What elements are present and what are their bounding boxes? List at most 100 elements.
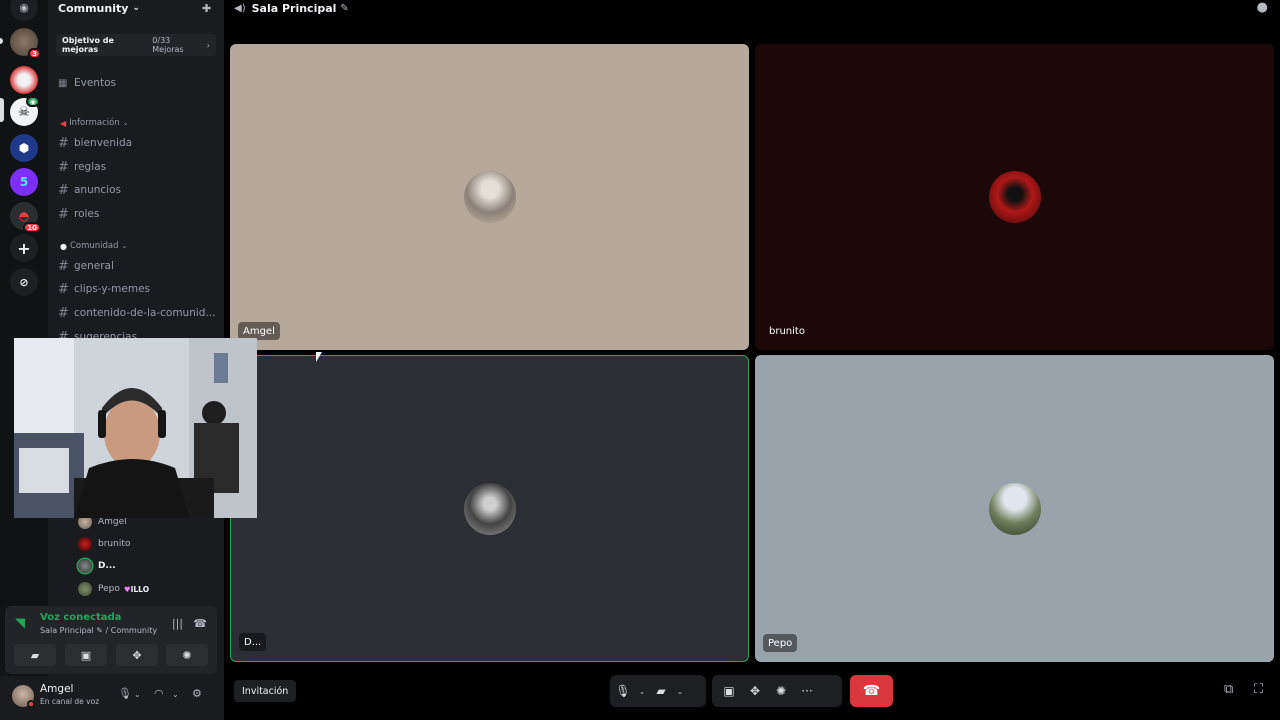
channel-label: general (74, 260, 114, 272)
channel-contenido[interactable]: # contenido-de-la-comunid... (58, 304, 215, 322)
pop-out-icon[interactable]: ⧉ (1224, 682, 1233, 697)
unread-badge: 10 (23, 222, 41, 233)
voice-status[interactable]: Voz conectada (40, 612, 121, 623)
discord-home-icon[interactable]: ◉ (10, 0, 38, 21)
media-controls: 🎙︎ ⌄ ▰ ⌄ (610, 675, 706, 707)
channel-bienvenida[interactable]: # bienvenida (58, 134, 132, 152)
channel-anuncios[interactable]: # anuncios (58, 181, 121, 199)
voice-stage: ◀) Sala Principal ✎ ● Amgel brunito D...… (224, 0, 1280, 720)
more-options-icon[interactable]: ··· (794, 684, 820, 698)
channel-events[interactable]: ▦ Eventos (58, 74, 116, 92)
camera-off-button[interactable]: ▰ (14, 644, 56, 666)
hash-icon: # (58, 159, 69, 175)
participant-name: Pepo (763, 634, 798, 652)
channel-label: contenido-de-la-comunid... (74, 307, 216, 319)
server-icon-2[interactable] (10, 66, 38, 94)
speech-bubble-icon: ● (60, 241, 67, 251)
voice-member[interactable]: brunito (78, 535, 130, 553)
soundboard-button[interactable]: ✺ (166, 644, 208, 666)
screen-share-icon[interactable]: ▣ (716, 684, 742, 698)
screen-share-button[interactable]: ▣ (65, 644, 107, 666)
voice-server-name: / Community (105, 626, 158, 635)
server-icon-dm[interactable]: 3 (10, 28, 41, 59)
add-server-icon[interactable]: + (10, 234, 38, 262)
server-tag: ♥ILLO (124, 585, 149, 594)
server-tag-label: ILLO (130, 584, 150, 594)
server-icon-red[interactable]: ◓ 10 (10, 202, 41, 233)
stage-channel-title: Sala Principal (251, 1, 337, 15)
mouse-cursor-icon (316, 352, 322, 362)
participant-avatar (988, 171, 1041, 223)
server-icon-hex[interactable]: ⬢ (10, 134, 38, 162)
status-dot (27, 700, 35, 708)
leave-call-button[interactable]: ☎ (850, 675, 893, 707)
boost-goal-bar[interactable]: Objetivo de mejoras 0/33 Mejoras › (56, 34, 216, 56)
headphones-icon[interactable]: ◠ (154, 687, 164, 700)
hash-icon: # (58, 135, 69, 151)
chevron-down-icon[interactable]: ⌄ (674, 687, 686, 696)
category-community[interactable]: ● Comunidad ⌄ (60, 241, 127, 251)
channel-clips[interactable]: # clips-y-memes (58, 280, 150, 298)
server-icon-community[interactable]: ☠ ◉ (10, 96, 40, 126)
disconnect-icon[interactable]: ☎ (193, 617, 207, 630)
voice-member-name: D... (98, 561, 116, 571)
chevron-down-icon: ⌄ (121, 242, 128, 250)
server-name: Community (58, 1, 129, 15)
avatar (78, 582, 92, 596)
soundboard-icon[interactable]: ✺ (768, 684, 794, 698)
microphone-icon[interactable]: 🎙︎ (610, 684, 636, 698)
camera-off-icon[interactable]: ▰ (648, 684, 674, 698)
hash-icon: # (58, 305, 69, 321)
activities-button[interactable]: ✥ (116, 644, 158, 666)
participant-avatar (463, 171, 516, 223)
chat-bubble-icon[interactable]: ● (1257, 0, 1268, 15)
soundboard-icon: ✺ (182, 648, 192, 662)
chevron-down-icon: ⌄ (122, 119, 129, 127)
activities-icon[interactable]: ✥ (742, 684, 768, 698)
server-header[interactable]: Community ⌄ ✚ (48, 0, 224, 16)
invite-button[interactable]: Invitación (234, 680, 297, 702)
user-status: En canal de voz (40, 697, 100, 706)
category-info[interactable]: ◀ Información ⌄ (60, 118, 129, 128)
streamer-webcam-overlay (14, 338, 257, 518)
camera-off-icon: ▰ (30, 648, 40, 662)
fullscreen-icon[interactable]: ⛶ (1254, 682, 1263, 697)
category-label: Comunidad (69, 241, 119, 251)
channel-roles[interactable]: # roles (58, 205, 99, 223)
chevron-down-icon[interactable]: ⌄ (636, 687, 648, 696)
microphone-icon[interactable]: 🎙︎ (118, 687, 132, 700)
participant-name: D... (239, 633, 267, 651)
noise-suppression-icon[interactable]: ||| (172, 617, 183, 630)
settings-gear-icon[interactable]: ⚙ (192, 687, 202, 700)
channel-label: bienvenida (74, 137, 133, 149)
user-name[interactable]: Amgel (40, 683, 73, 695)
avatar (78, 537, 92, 551)
voice-member[interactable]: Pepo ♥ILLO (78, 580, 149, 598)
participant-tile[interactable]: Pepo (755, 355, 1274, 662)
add-member-icon[interactable]: ✚ (202, 2, 214, 15)
participant-tile-speaking[interactable]: D... (230, 355, 749, 662)
chevron-down-icon[interactable]: ⌄ (134, 690, 141, 699)
boost-count: 0/33 Mejoras (152, 36, 184, 54)
participant-tile[interactable]: Amgel (230, 44, 749, 350)
explore-icon[interactable]: ⊘ (10, 268, 38, 296)
server-icon-five[interactable]: 5 (10, 168, 38, 196)
avatar (78, 559, 92, 573)
voice-member-name: brunito (98, 539, 131, 549)
channel-label: roles (74, 208, 100, 220)
chevron-down-icon[interactable]: ⌄ (172, 690, 179, 699)
hash-icon: # (58, 258, 69, 274)
signal-icon[interactable]: ◥ (15, 616, 25, 631)
unread-badge: 3 (28, 48, 41, 59)
participant-avatar (463, 482, 516, 535)
channel-label: Eventos (74, 77, 116, 89)
participant-tile[interactable]: brunito (755, 44, 1274, 350)
hang-up-icon: ☎ (862, 683, 881, 699)
pencil-icon[interactable]: ✎ (340, 3, 348, 14)
voice-member[interactable]: D... (78, 557, 116, 575)
voice-location: Sala Principal ✎ / Community (40, 626, 158, 635)
active-pill (0, 98, 4, 122)
hash-icon: # (58, 281, 69, 297)
channel-general[interactable]: # general (58, 257, 114, 275)
channel-reglas[interactable]: # reglas (58, 158, 106, 176)
